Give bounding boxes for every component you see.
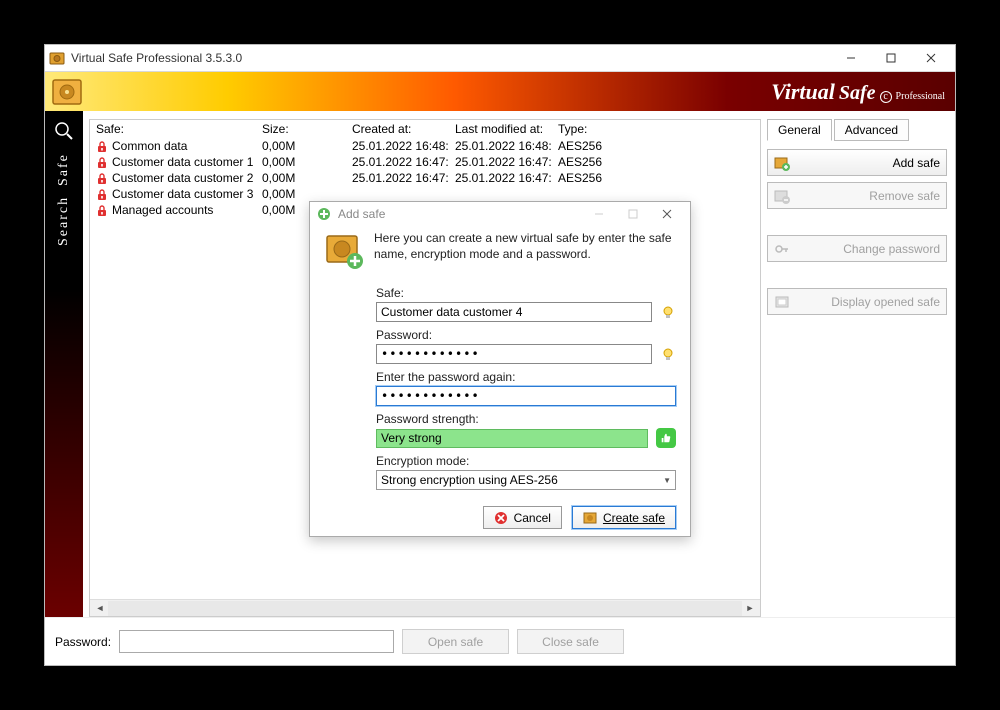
password-again-input[interactable] (376, 386, 676, 406)
open-safe-button: Open safe (402, 629, 509, 654)
titlebar: Virtual Safe Professional 3.5.3.0 (45, 45, 955, 71)
cancel-button[interactable]: Cancel (483, 506, 562, 529)
safe-plus-big-icon (324, 230, 364, 270)
hint-bulb-icon[interactable] (660, 346, 676, 362)
strength-label: Password strength: (376, 412, 676, 426)
tab-advanced[interactable]: Advanced (834, 119, 909, 141)
lock-icon (96, 141, 108, 153)
dialog-title: Add safe (338, 207, 385, 221)
app-icon (49, 50, 65, 66)
col-type[interactable]: Type: (552, 120, 632, 138)
table-row[interactable]: Customer data customer 10,00M25.01.2022 … (90, 154, 760, 170)
safe-name-input[interactable] (376, 302, 652, 322)
magnifier-icon[interactable] (54, 121, 74, 141)
col-safe[interactable]: Safe: (90, 120, 256, 138)
right-panel: General Advanced Add safe Remove safe (767, 119, 947, 617)
chevron-down-icon: ▼ (663, 476, 671, 485)
lock-icon (96, 189, 108, 201)
change-password-button: Change password (767, 235, 947, 262)
safe-add-icon (774, 155, 790, 171)
password-label: Password: (376, 328, 676, 342)
close-button[interactable] (911, 45, 951, 71)
scroll-right-arrow[interactable]: ► (742, 601, 758, 616)
open-safe-icon (774, 294, 790, 310)
thumbs-up-icon (656, 428, 676, 448)
display-opened-safe-button: Display opened safe (767, 288, 947, 315)
lock-icon (96, 157, 108, 169)
table-row[interactable]: Customer data customer 20,00M25.01.2022 … (90, 170, 760, 186)
horizontal-scrollbar[interactable]: ◄ ► (90, 599, 760, 616)
remove-safe-button: Remove safe (767, 182, 947, 209)
minimize-button[interactable] (831, 45, 871, 71)
hint-bulb-icon[interactable] (660, 304, 676, 320)
main-window: Virtual Safe Professional 3.5.3.0 Virtua… (44, 44, 956, 666)
footer: Password: Open safe Close safe (45, 617, 955, 665)
cancel-icon (494, 511, 508, 525)
col-modified[interactable]: Last modified at: (449, 120, 552, 138)
safe-logo-icon (51, 76, 83, 108)
window-title: Virtual Safe Professional 3.5.3.0 (71, 51, 831, 65)
safe-remove-icon (774, 188, 790, 204)
sidebar: Search Safe (45, 111, 83, 617)
table-row[interactable]: Common data0,00M25.01.2022 16:48:1525.01… (90, 138, 760, 154)
brand-text: Virtual Safe c Professional (771, 79, 945, 105)
maximize-button[interactable] (871, 45, 911, 71)
lock-icon (96, 205, 108, 217)
safe-icon (583, 511, 597, 525)
table-header: Safe: Size: Created at: Last modified at… (90, 120, 760, 138)
lock-icon (96, 173, 108, 185)
tab-general[interactable]: General (767, 119, 832, 141)
password-again-label: Enter the password again: (376, 370, 676, 384)
key-icon (774, 241, 790, 257)
add-safe-button[interactable]: Add safe (767, 149, 947, 176)
sidebar-label-safe: Safe (56, 153, 72, 186)
dialog-close-button[interactable] (650, 202, 684, 226)
col-size[interactable]: Size: (256, 120, 346, 138)
add-safe-dialog: Add safe Here you can create a new virtu… (309, 201, 691, 537)
safe-name-label: Safe: (376, 286, 676, 300)
scroll-left-arrow[interactable]: ◄ (92, 601, 108, 616)
dialog-intro-text: Here you can create a new virtual safe b… (374, 230, 676, 262)
close-safe-button: Close safe (517, 629, 624, 654)
dialog-maximize-button[interactable] (616, 202, 650, 226)
create-safe-button[interactable]: Create safe (572, 506, 676, 529)
table-row[interactable]: Customer data customer 30,00M (90, 186, 760, 202)
plus-icon (316, 206, 332, 222)
password-strength-indicator: Very strong (376, 429, 648, 448)
col-created[interactable]: Created at: (346, 120, 449, 138)
sidebar-label-search: Search (56, 196, 72, 246)
footer-password-input[interactable] (119, 630, 394, 653)
dialog-minimize-button[interactable] (582, 202, 616, 226)
password-input[interactable] (376, 344, 652, 364)
banner: Virtual Safe c Professional (45, 71, 955, 111)
encryption-mode-select[interactable]: Strong encryption using AES-256 ▼ (376, 470, 676, 490)
dialog-titlebar: Add safe (310, 202, 690, 226)
footer-password-label: Password: (55, 635, 111, 649)
encryption-mode-label: Encryption mode: (376, 454, 676, 468)
